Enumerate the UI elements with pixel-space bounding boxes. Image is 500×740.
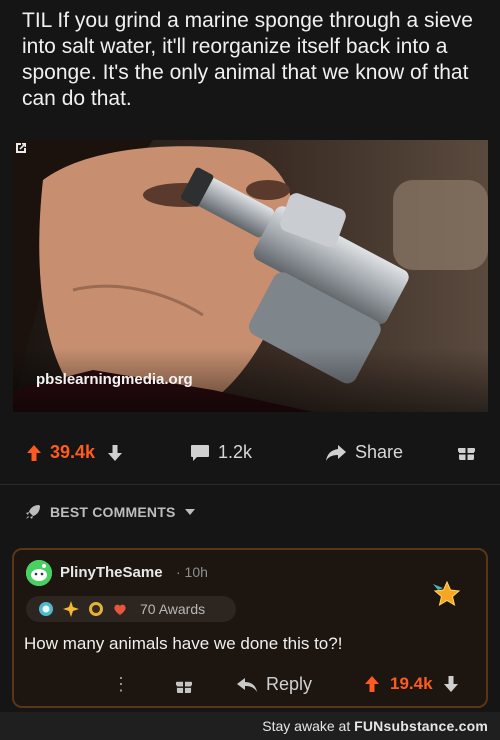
external-link-icon[interactable] <box>13 140 29 156</box>
watermark-prefix: Stay awake at <box>262 718 355 734</box>
sort-comments-dropdown[interactable]: BEST COMMENTS <box>24 503 196 521</box>
comment-count: 1.2k <box>218 442 253 462</box>
comments-button[interactable]: 1.2k <box>190 442 252 463</box>
post-title: TIL If you grind a marine sponge through… <box>22 9 473 110</box>
awards-count: 70 Awards <box>140 601 206 617</box>
comment-card: PlinyTheSame · 10h 70 Awards How many an… <box>12 548 488 708</box>
upvote-arrow-icon[interactable] <box>26 444 42 462</box>
watermark-bar: Stay awake at FUNsubstance.com <box>0 712 500 740</box>
reply-label: Reply <box>266 674 313 694</box>
share-button[interactable]: Share <box>325 442 403 463</box>
post-action-bar: 39.4k 1.2k Share <box>0 430 500 474</box>
downvote-arrow-icon[interactable] <box>443 675 459 693</box>
comment-bubble-icon <box>191 444 209 461</box>
award-medal-icon <box>89 602 103 616</box>
share-label: Share <box>355 442 404 462</box>
gift-icon[interactable] <box>176 678 192 694</box>
vote-group: 39.4k <box>26 442 123 463</box>
link-domain[interactable]: pbslearningmedia.org <box>36 371 193 388</box>
rocket-icon <box>26 505 40 519</box>
comment-body: How many animals have we done this to?! <box>24 634 343 653</box>
comment-vote-group: 19.4k <box>364 674 459 694</box>
watermark-brand: FUNsubstance.com <box>354 718 488 734</box>
award-heart-icon <box>114 604 126 615</box>
reply-button[interactable]: Reply <box>236 674 312 695</box>
awards-pill[interactable]: 70 Awards <box>26 596 236 622</box>
award-sparkle-icon <box>63 601 79 617</box>
avatar[interactable] <box>26 560 52 586</box>
reply-arrow-icon <box>237 677 257 692</box>
comment-actions: ⋮ Reply 19.4k <box>14 672 486 702</box>
comment-timestamp: · 10h <box>176 564 208 580</box>
share-arrow-icon <box>326 444 346 461</box>
link-preview-image[interactable]: pbslearningmedia.org <box>13 140 488 412</box>
comment-username[interactable]: PlinyTheSame <box>60 564 163 581</box>
divider <box>0 484 500 485</box>
award-badge-icon <box>39 602 53 616</box>
star-award-icon <box>433 580 461 607</box>
watermark: Stay awake at FUNsubstance.com <box>262 718 488 734</box>
downvote-arrow-icon[interactable] <box>107 444 123 462</box>
comment-vote-count: 19.4k <box>390 674 433 693</box>
gift-icon[interactable] <box>458 444 475 461</box>
snoo-avatar-icon <box>26 560 52 586</box>
upvote-count: 39.4k <box>50 442 96 462</box>
chevron-down-icon <box>184 509 195 515</box>
more-options-button[interactable]: ⋮ <box>112 674 130 695</box>
upvote-arrow-icon[interactable] <box>364 675 380 693</box>
sort-label: BEST COMMENTS <box>50 504 176 520</box>
